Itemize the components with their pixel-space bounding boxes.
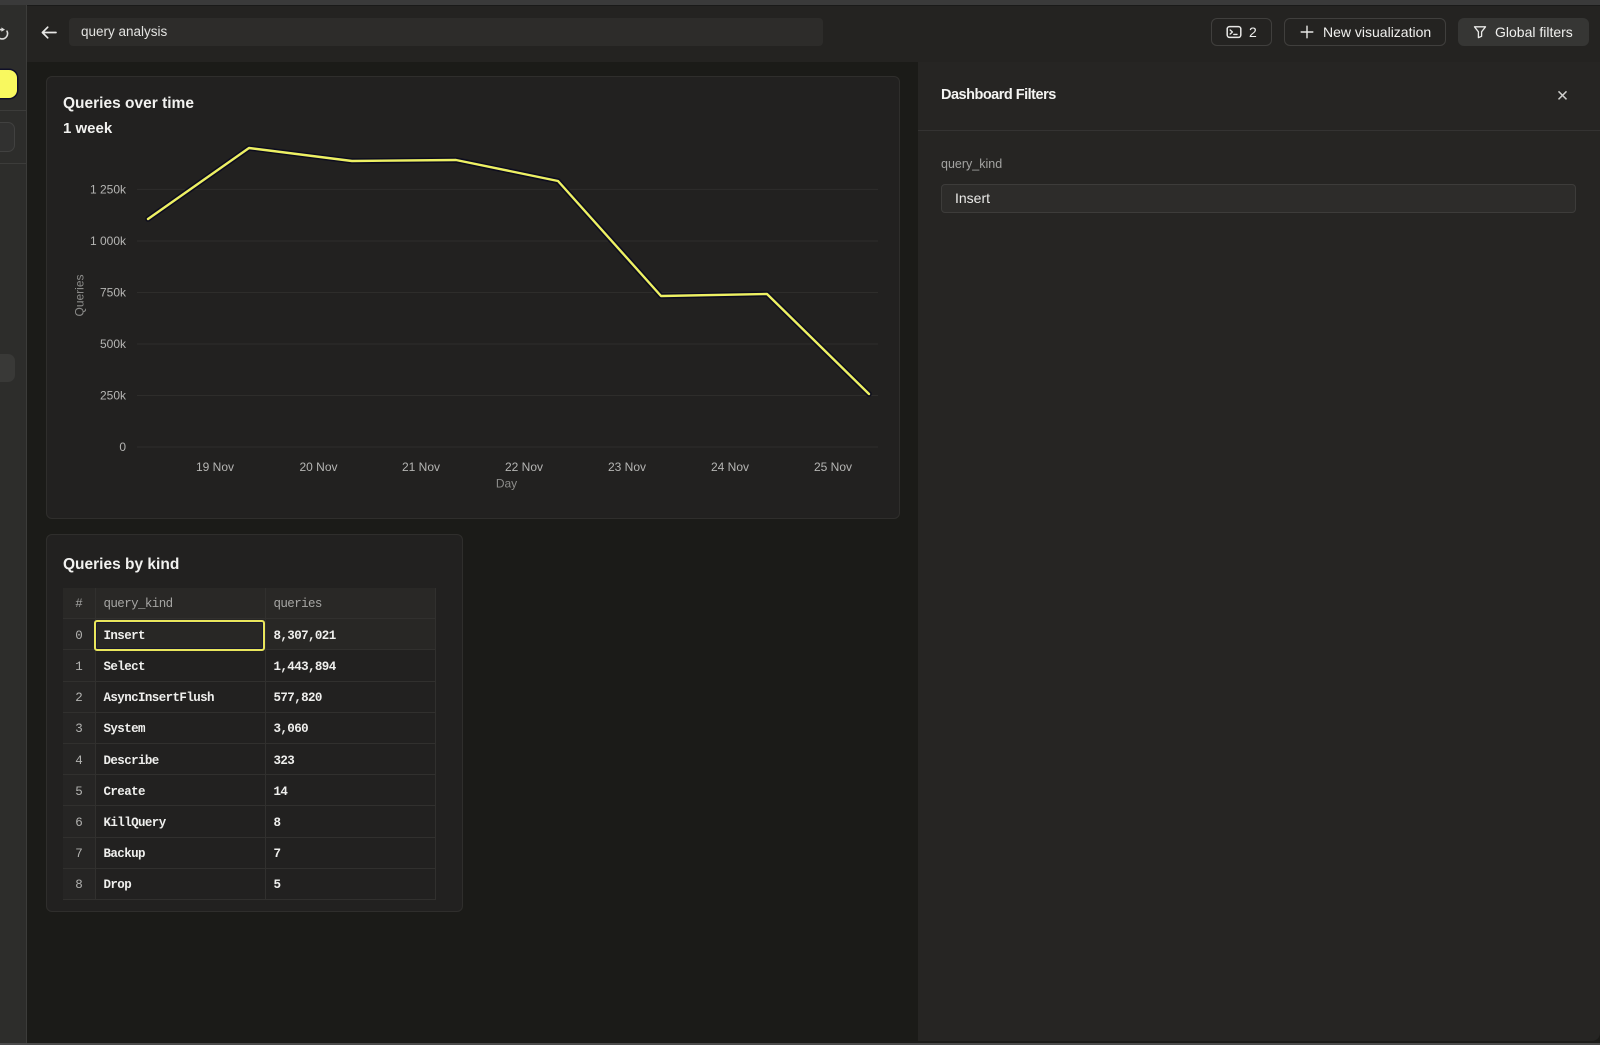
svg-text:Day: Day <box>496 477 517 491</box>
svg-text:1 000k: 1 000k <box>90 234 127 248</box>
svg-text:19 Nov: 19 Nov <box>196 460 234 474</box>
svg-text:500k: 500k <box>100 337 127 351</box>
svg-text:21 Nov: 21 Nov <box>402 460 440 474</box>
svg-text:25 Nov: 25 Nov <box>814 460 852 474</box>
svg-text:750k: 750k <box>100 286 127 300</box>
svg-text:1 250k: 1 250k <box>90 182 127 196</box>
svg-text:23 Nov: 23 Nov <box>608 460 646 474</box>
svg-text:20 Nov: 20 Nov <box>299 460 337 474</box>
svg-text:24 Nov: 24 Nov <box>711 460 749 474</box>
svg-text:Queries: Queries <box>73 274 87 316</box>
svg-text:0: 0 <box>119 440 126 454</box>
svg-text:250k: 250k <box>100 389 127 403</box>
svg-text:22 Nov: 22 Nov <box>505 460 543 474</box>
